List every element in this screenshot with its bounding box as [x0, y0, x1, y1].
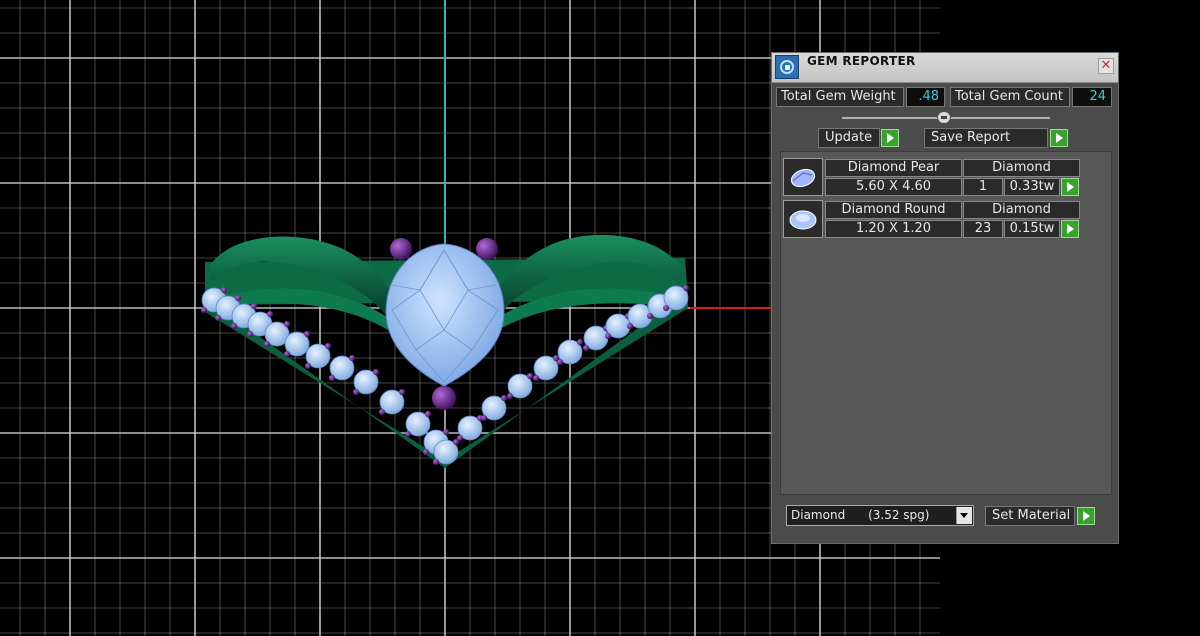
bead-prong	[683, 285, 689, 291]
bead-prong	[605, 333, 611, 339]
save-report-go-icon[interactable]	[1050, 129, 1068, 147]
bead-prong	[284, 351, 290, 357]
total-gem-weight-value: .48	[906, 87, 945, 107]
total-gem-weight-label: Total Gem Weight	[776, 87, 904, 107]
bead-prong	[267, 311, 273, 317]
gem-row-go-icon[interactable]	[1061, 178, 1079, 196]
panel-title: GEM REPORTER	[807, 54, 916, 68]
bead-prong	[481, 415, 487, 421]
bead-prong	[663, 305, 669, 311]
bead-prong	[443, 429, 449, 435]
material-select-value: Diamond (3.52 spg)	[791, 508, 930, 522]
bead-prong	[577, 339, 583, 345]
bead-prong	[457, 435, 463, 441]
bead-prong	[423, 449, 429, 455]
gem-count: 23	[963, 220, 1003, 238]
titlebar[interactable]: GEM REPORTER ✕	[772, 53, 1118, 83]
bead-prong	[221, 287, 227, 293]
bead-prong	[433, 459, 439, 465]
bead-prong	[251, 303, 257, 309]
pear-gem-icon	[783, 158, 823, 196]
gem-name: Diamond Pear	[825, 159, 962, 177]
bead-prong	[373, 369, 379, 375]
gem-size: 5.60 X 4.60	[825, 178, 962, 196]
gem-material: Diamond	[963, 159, 1080, 177]
bead-prong	[215, 315, 221, 321]
bead-prong	[353, 389, 359, 395]
gem-name: Diamond Round	[825, 201, 962, 219]
bead-prong	[304, 331, 310, 337]
chevron-down-icon[interactable]	[956, 507, 972, 524]
bead-prong	[405, 431, 411, 437]
bead-prong	[264, 341, 270, 347]
bead-prong	[284, 321, 290, 327]
gem-count: 1	[963, 178, 1003, 196]
set-material-button[interactable]: Set Material	[985, 506, 1075, 526]
gem-weight: 0.15tw	[1004, 220, 1060, 238]
bead-prong	[231, 323, 237, 329]
bead-prong	[533, 375, 539, 381]
gem-reporter-icon	[775, 55, 799, 79]
bead-prong	[557, 359, 563, 365]
gem-size: 1.20 X 1.20	[825, 220, 962, 238]
bead-prong	[325, 343, 331, 349]
update-button[interactable]: Update	[818, 128, 880, 148]
prong	[432, 386, 456, 410]
pear-diamond	[385, 243, 505, 387]
bead-prong	[247, 331, 253, 337]
bead-prong	[379, 409, 385, 415]
total-gem-count-value: 24	[1072, 87, 1112, 107]
material-select[interactable]: Diamond (3.52 spg)	[786, 505, 974, 526]
bead-prong	[501, 395, 507, 401]
set-material-go-icon[interactable]	[1077, 507, 1095, 525]
bead-prong	[627, 323, 633, 329]
bead-prong	[425, 411, 431, 417]
prong	[476, 238, 498, 260]
total-gem-count-label: Total Gem Count	[950, 87, 1070, 107]
update-go-icon[interactable]	[881, 129, 899, 147]
bead-prong	[349, 355, 355, 361]
bead-prong	[647, 313, 653, 319]
gem-weight: 0.33tw	[1004, 178, 1060, 196]
bead-prong	[527, 373, 533, 379]
bead-prong	[399, 389, 405, 395]
save-report-button[interactable]: Save Report	[924, 128, 1048, 148]
bead-prong	[235, 295, 241, 301]
bead-prong	[305, 363, 311, 369]
gem-material: Diamond	[963, 201, 1080, 219]
slider-thumb[interactable]	[937, 111, 951, 124]
bead-prong	[201, 307, 207, 313]
bead-prong	[329, 375, 335, 381]
gem-row-go-icon[interactable]	[1061, 220, 1079, 238]
bead-prong	[583, 345, 589, 351]
close-icon[interactable]: ✕	[1098, 58, 1114, 74]
prong	[390, 238, 412, 260]
bead-prong	[507, 393, 513, 399]
round-gem-icon	[783, 200, 823, 238]
